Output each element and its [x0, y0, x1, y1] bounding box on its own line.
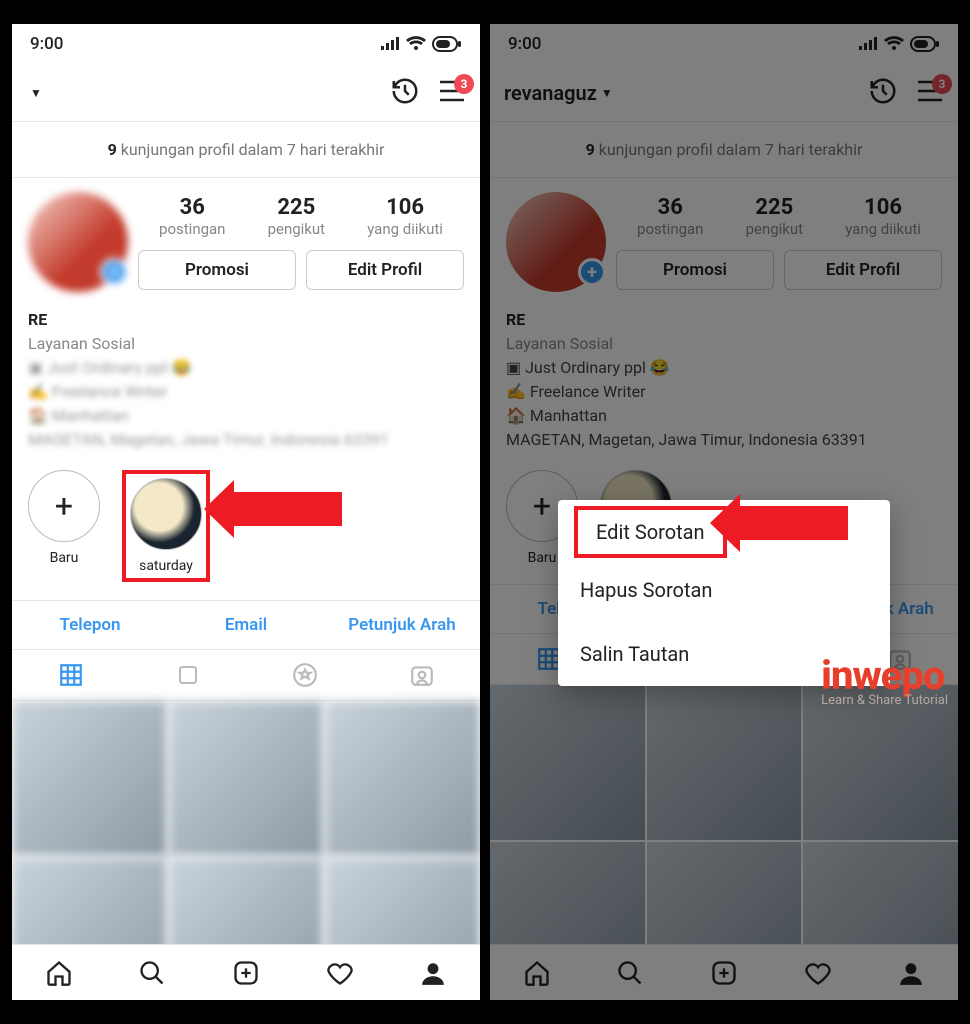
watermark-brand: inwepo: [821, 652, 944, 699]
grid-icon: [58, 662, 84, 688]
stat-posts[interactable]: 36postingan: [159, 195, 225, 238]
signal-icon: [380, 37, 400, 51]
tab-tagged[interactable]: [363, 650, 480, 700]
tab-grid[interactable]: [12, 650, 129, 700]
clock-history-icon: [390, 76, 420, 106]
stat-followers[interactable]: 225pengikut: [268, 195, 326, 238]
stat-following[interactable]: 106yang diikuti: [367, 195, 443, 238]
bio-line: ✍️ Freelance Writer: [28, 380, 464, 404]
bio-line: 🏠 Manhattan: [28, 404, 464, 428]
highlight-item[interactable]: saturday: [122, 470, 210, 582]
edit-profile-button[interactable]: Edit Profil: [306, 250, 464, 290]
watermark-tag: Learn & Share Tutorial: [821, 693, 948, 708]
bottom-nav: [12, 944, 480, 1000]
archive-button[interactable]: [390, 76, 420, 110]
bio-line: ▣ Just Ordinary ppl 😂: [28, 356, 464, 380]
heart-icon: [326, 959, 354, 987]
profile-block: + 36postingan 225pengikut 106yang diikut…: [12, 178, 480, 302]
nav-activity[interactable]: [293, 945, 387, 1000]
bio-category: Layanan Sosial: [28, 332, 464, 356]
annotation-arrow: [232, 492, 342, 526]
status-time: 9:00: [30, 34, 63, 54]
highlights-row: + Baru saturday: [12, 464, 480, 600]
bio-name: RE: [28, 308, 464, 332]
post-thumb[interactable]: [12, 701, 167, 856]
annotation-arrow: [738, 506, 848, 540]
feed-icon: [176, 663, 200, 687]
promo-button[interactable]: Promosi: [138, 250, 296, 290]
home-icon: [45, 959, 73, 987]
screenshot-left: 9:00 ▼ 3 9 kunjungan profil dalam 7 hari…: [12, 24, 480, 1000]
menu-button[interactable]: 3: [438, 80, 466, 106]
profile-header: ▼ 3: [12, 64, 480, 122]
contact-phone[interactable]: Telepon: [12, 601, 168, 649]
profile-tabs: [12, 650, 480, 701]
add-story-icon[interactable]: +: [100, 258, 128, 286]
nav-search[interactable]: [106, 945, 200, 1000]
tagged-icon: [409, 662, 435, 688]
highlight-new[interactable]: + Baru: [28, 470, 100, 566]
nav-home[interactable]: [12, 945, 106, 1000]
star-circle-icon: [292, 662, 318, 688]
nav-add[interactable]: [199, 945, 293, 1000]
avatar[interactable]: +: [28, 192, 128, 292]
highlight-thumb: [130, 478, 202, 550]
nav-profile[interactable]: [386, 945, 480, 1000]
contact-row: Telepon Email Petunjuk Arah: [12, 600, 480, 650]
bio: RE Layanan Sosial ▣ Just Ordinary ppl 😂 …: [12, 302, 480, 464]
menu-edit-highlight[interactable]: Edit Sorotan: [574, 506, 727, 558]
screenshot-right: 9:00 revanaguz ▼ 3 9 kunjungan profil da…: [490, 24, 958, 1000]
notification-badge: 3: [454, 74, 474, 94]
plus-icon: +: [28, 470, 100, 542]
status-icons: [380, 36, 462, 52]
post-thumb[interactable]: [169, 701, 324, 856]
chevron-down-icon: ▼: [30, 86, 42, 100]
username-dropdown[interactable]: ▼: [26, 86, 42, 100]
post-thumb[interactable]: [325, 701, 480, 856]
tab-saved[interactable]: [246, 650, 363, 700]
contact-email[interactable]: Email: [168, 601, 324, 649]
battery-icon: [432, 36, 462, 52]
profile-icon: [420, 960, 446, 986]
contact-directions[interactable]: Petunjuk Arah: [324, 601, 480, 649]
profile-insights[interactable]: 9 kunjungan profil dalam 7 hari terakhir: [12, 122, 480, 178]
wifi-icon: [406, 36, 426, 52]
insights-text: kunjungan profil dalam 7 hari terakhir: [117, 140, 385, 159]
search-icon: [138, 959, 166, 987]
bio-line: MAGETAN, Magetan, Jawa Timur, Indonesia …: [28, 428, 464, 452]
add-post-icon: [232, 959, 260, 987]
tab-feed[interactable]: [129, 650, 246, 700]
insights-count: 9: [108, 140, 117, 159]
status-bar: 9:00: [12, 24, 480, 64]
watermark: inwepo Learn & Share Tutorial: [821, 652, 948, 708]
menu-delete-highlight[interactable]: Hapus Sorotan: [558, 558, 890, 622]
